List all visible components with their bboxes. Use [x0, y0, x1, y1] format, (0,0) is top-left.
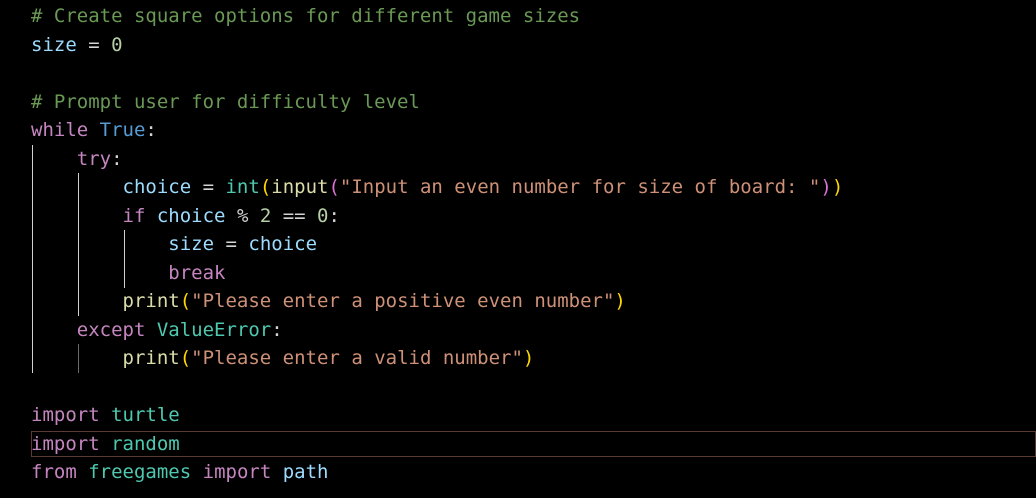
- code-token-op: =: [76, 33, 112, 56]
- code-line[interactable]: if choice % 2 == 0:: [31, 202, 340, 231]
- code-token-paren2: ): [820, 176, 832, 198]
- code-line[interactable]: try:: [31, 145, 123, 174]
- code-line[interactable]: import random: [31, 430, 180, 459]
- code-token-op: :: [145, 119, 157, 141]
- code-token-op: [77, 461, 88, 483]
- code-token-paren1: (: [259, 176, 272, 198]
- code-token-paren1: ): [831, 176, 844, 198]
- code-token-class: freegames: [88, 461, 192, 483]
- code-token-var: size: [31, 33, 77, 56]
- code-line[interactable]: size = 0: [31, 31, 123, 60]
- code-token-op: [31, 148, 77, 170]
- code-token-str: "Input an even number for size of board:…: [339, 176, 821, 198]
- code-token-class: ValueError: [156, 318, 272, 341]
- code-token-op: =: [214, 233, 249, 255]
- code-token-var: choice: [248, 233, 318, 255]
- code-token-op: [31, 262, 168, 284]
- code-token-op: [100, 433, 111, 455]
- code-editor[interactable]: # Create square options for different ga…: [0, 2, 1036, 498]
- code-token-keyword: except: [76, 318, 146, 341]
- code-token-paren1: ): [614, 290, 626, 312]
- code-token-op: :: [111, 147, 123, 170]
- code-token-num: 2: [259, 204, 272, 227]
- code-token-func: print: [122, 347, 180, 369]
- code-token-op: [31, 205, 123, 227]
- code-token-str: "Please enter a valid number": [191, 347, 523, 369]
- code-token-op: :: [271, 318, 283, 341]
- code-token-keyword: import: [202, 461, 272, 483]
- code-token-op: ==: [271, 204, 318, 227]
- code-token-num: 0: [317, 204, 329, 227]
- code-token-var: path: [282, 461, 329, 483]
- code-token-func: input: [271, 176, 329, 198]
- code-token-class: random: [111, 432, 180, 455]
- code-token-str: "Please enter a positive even number": [191, 290, 615, 312]
- code-line[interactable]: break: [31, 259, 225, 288]
- code-line[interactable]: size = choice: [31, 230, 317, 259]
- code-token-op: :: [328, 204, 340, 227]
- code-token-comment: # Create square options for different ga…: [31, 5, 581, 27]
- code-token-keyword: try: [76, 147, 112, 170]
- code-token-var: choice: [122, 176, 192, 198]
- code-token-op: [31, 233, 168, 255]
- code-line[interactable]: choice = int(input("Input an even number…: [31, 173, 844, 202]
- code-token-var: choice: [156, 204, 226, 227]
- code-line[interactable]: # Create square options for different ga…: [31, 2, 580, 31]
- current-line-highlight: [31, 430, 1036, 457]
- code-line[interactable]: print("Please enter a positive even numb…: [31, 287, 626, 316]
- code-token-keyword: import: [31, 432, 100, 455]
- code-token-keyword: break: [168, 261, 226, 284]
- code-token-paren1: (: [179, 347, 192, 369]
- code-token-op: [271, 461, 282, 483]
- code-token-op: [145, 319, 156, 341]
- code-token-var: size: [168, 233, 215, 255]
- code-token-func: print: [122, 290, 180, 312]
- code-token-keyword: while: [31, 119, 89, 141]
- code-line[interactable]: except ValueError:: [31, 316, 283, 345]
- code-token-op: [145, 205, 156, 227]
- code-token-op: %: [225, 204, 260, 227]
- code-token-op: [100, 404, 111, 426]
- code-token-op: [31, 176, 123, 198]
- code-token-op: [88, 119, 99, 141]
- code-token-const: True: [99, 119, 146, 141]
- code-line[interactable]: from freegames import path: [31, 458, 328, 487]
- code-token-comment: # Prompt user for difficulty level: [31, 90, 420, 113]
- code-token-op: [31, 347, 123, 369]
- code-token-op: =: [191, 176, 226, 198]
- code-token-keyword: import: [31, 404, 100, 426]
- code-token-op: [191, 461, 202, 483]
- code-line[interactable]: print("Please enter a valid number"): [31, 344, 535, 373]
- code-token-op: [31, 290, 123, 312]
- code-line[interactable]: import turtle: [31, 401, 180, 430]
- code-token-class: turtle: [111, 404, 180, 426]
- code-token-keyword: if: [122, 204, 146, 227]
- code-token-paren1: ): [522, 347, 535, 369]
- code-token-paren1: (: [179, 290, 192, 312]
- code-token-class: int: [225, 176, 260, 198]
- code-token-num: 0: [111, 33, 123, 56]
- code-token-keyword: from: [31, 461, 77, 483]
- code-token-op: [31, 319, 77, 341]
- code-line[interactable]: # Prompt user for difficulty level: [31, 88, 420, 117]
- code-line[interactable]: while True:: [31, 116, 157, 145]
- code-token-paren2: (: [328, 176, 340, 198]
